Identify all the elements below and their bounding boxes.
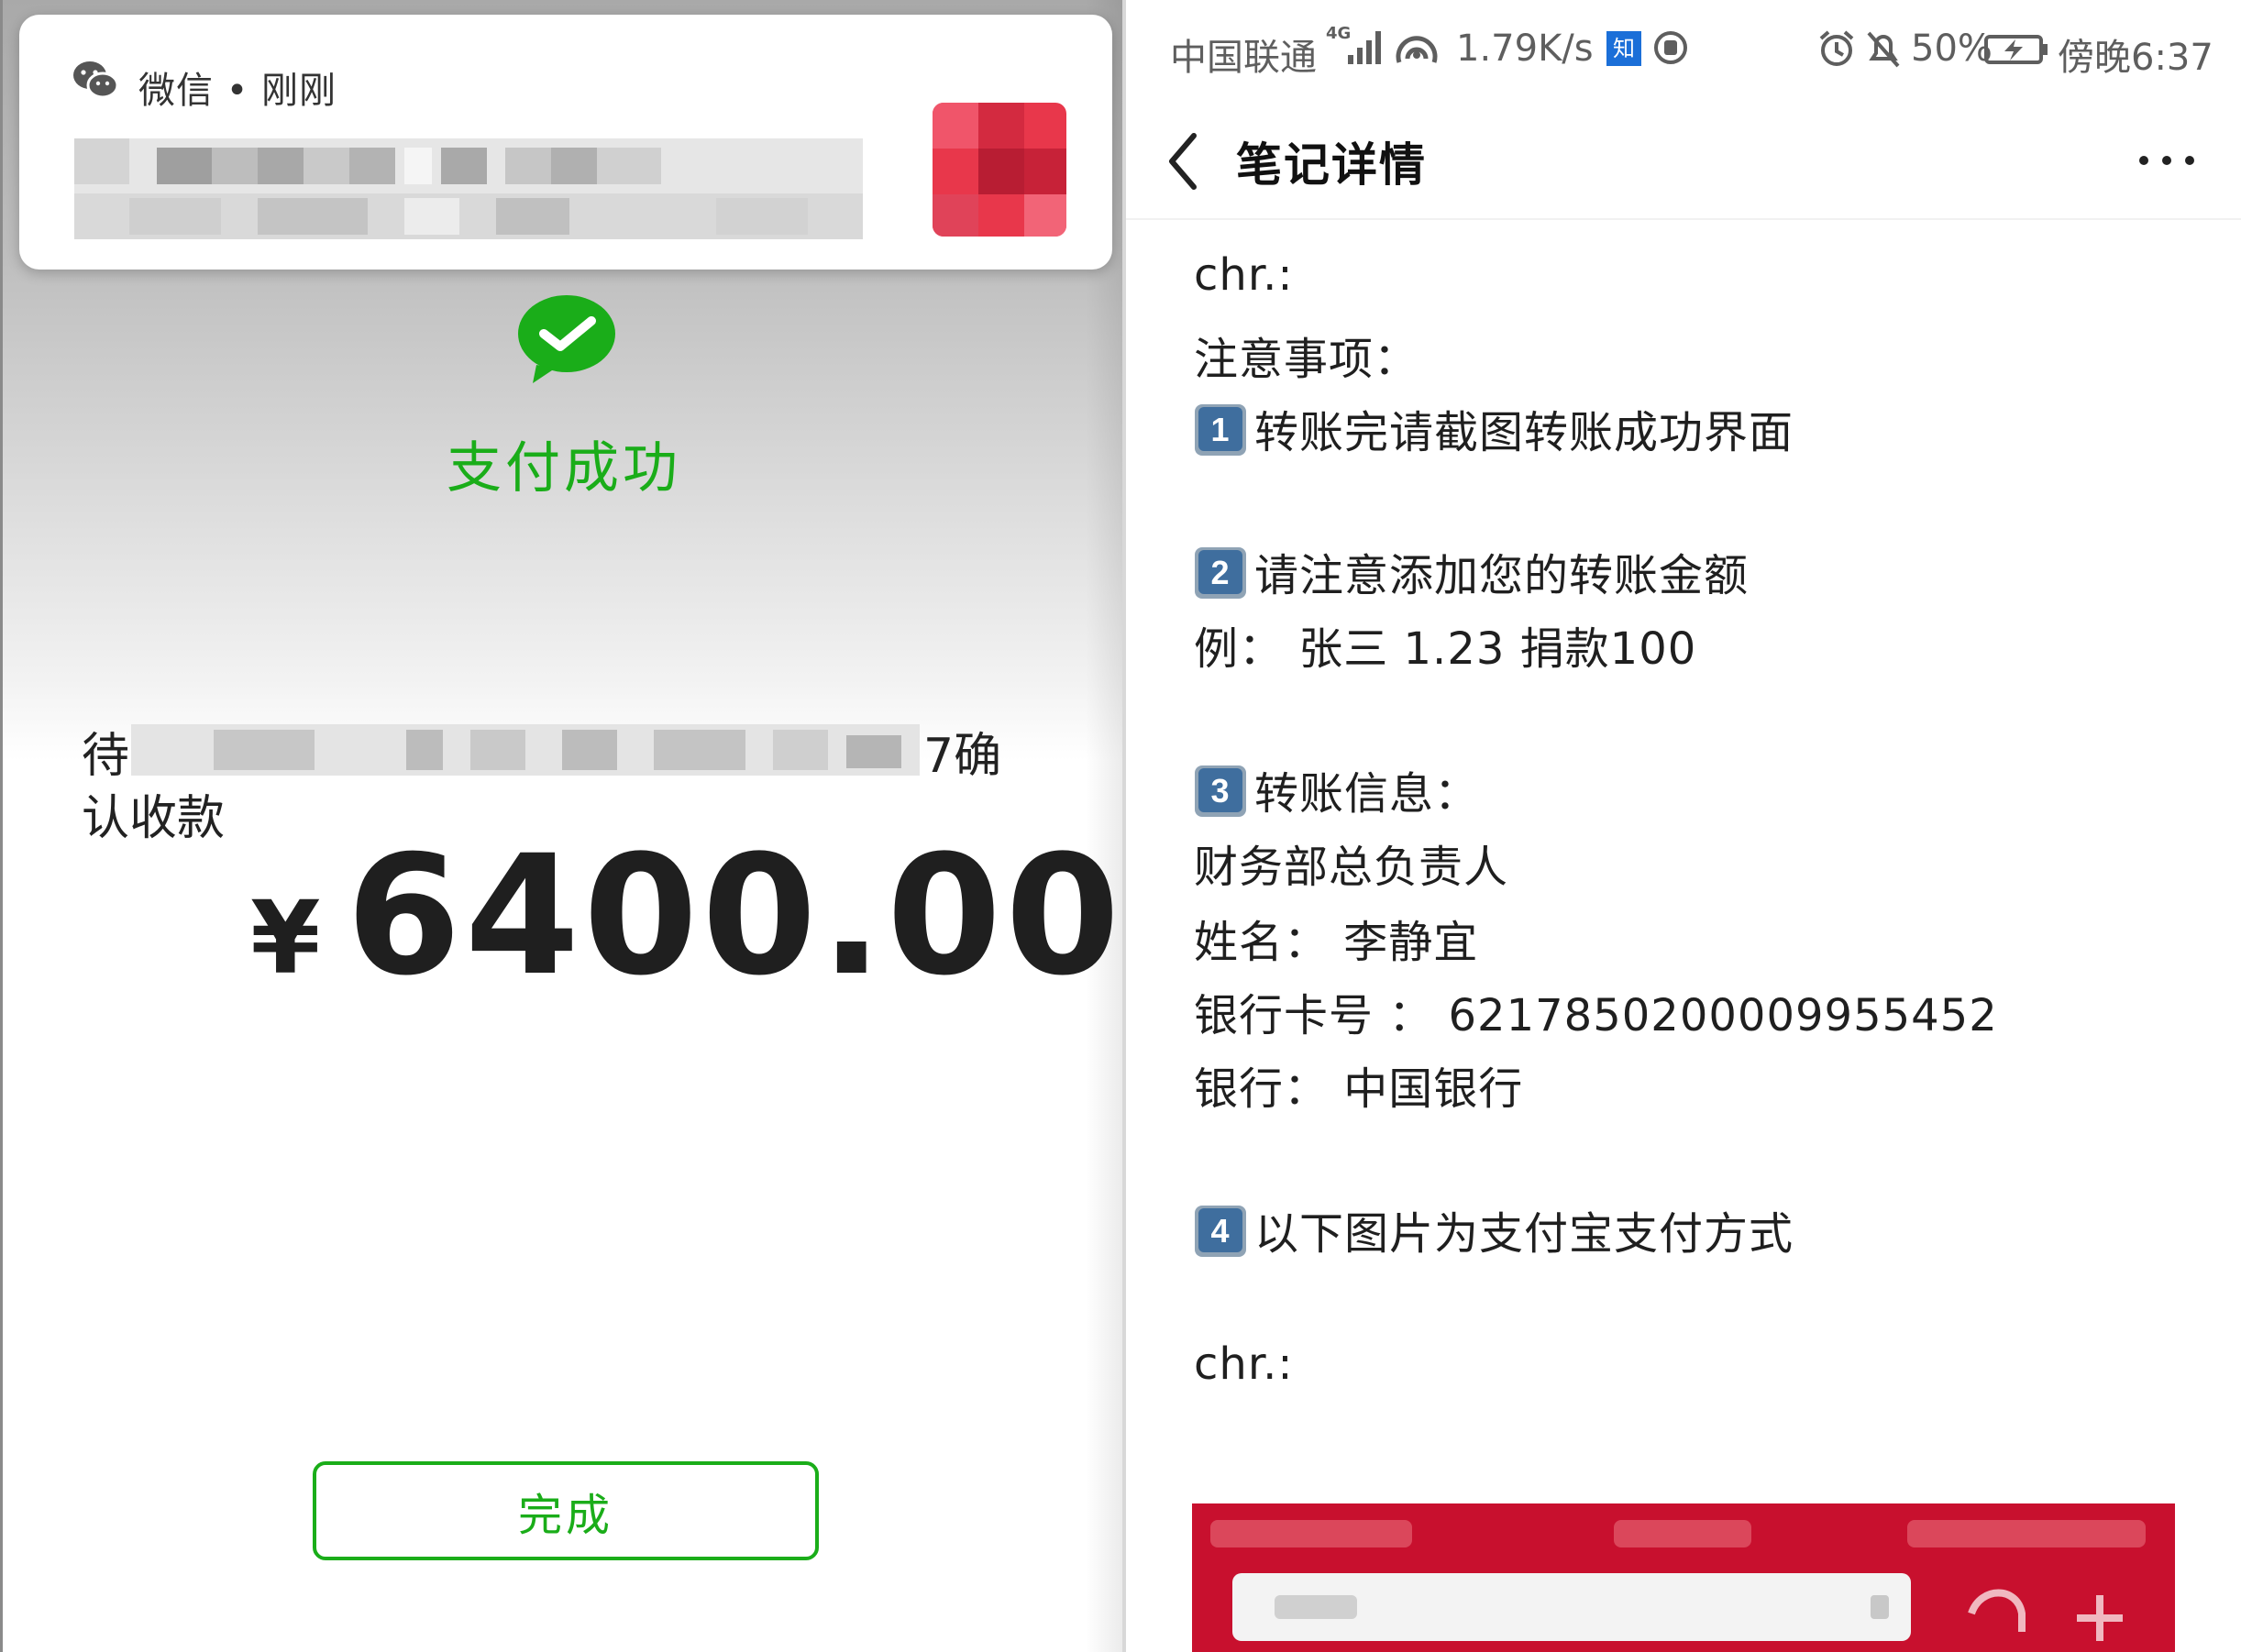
blurred-alipay-screenshot[interactable] — [1192, 1503, 2175, 1652]
svg-text:1: 1 — [1210, 411, 1230, 448]
note-line: 以下图片为支付宝支付方式 — [1254, 1208, 1794, 1260]
signal-icon — [1348, 31, 1381, 64]
note-line: 注意事项： — [1194, 334, 1419, 385]
note-line: 银行卡号 ： 6217850200009955452 — [1194, 990, 1998, 1041]
wechat-notification-banner[interactable]: 微信 • 刚刚 — [19, 15, 1112, 270]
wechat-success-icon — [518, 295, 615, 383]
note-line: 例： 张三 1.23 捐款100 — [1194, 623, 1697, 675]
top-navigation-bar: 笔记详情 — [1126, 101, 2241, 220]
back-arrow-icon[interactable] — [1161, 125, 1207, 198]
note-list-item: 1 转账完请截图转账成功界面 — [1194, 396, 1794, 460]
note-line: 请注意添加您的转账金额 — [1254, 550, 1750, 601]
wechat-icon — [73, 61, 119, 99]
amount-value: 6400.00 — [346, 820, 1124, 1012]
note-line: 银行： 中国银行 — [1194, 1063, 1524, 1115]
app-notification-icon — [1654, 31, 1687, 64]
currency-symbol: ¥ — [250, 879, 321, 997]
page-title: 笔记详情 — [1236, 138, 1427, 192]
note-line: chr.: — [1194, 249, 1294, 301]
note-line: 财务部总负责人 — [1194, 842, 1509, 893]
blurred-message-preview — [74, 138, 863, 239]
payment-success-screen: 微信 • 刚刚 支付成功 待 7确 认收款 ¥ 6400.00 完成 — [0, 0, 1122, 1652]
confirm-text-suffix: 7确 — [923, 729, 1002, 784]
status-bar: 中国联通 4G 1.79K/s 知 50% 傍晚6:37 — [1126, 0, 2241, 101]
svg-text:4: 4 — [1210, 1212, 1230, 1250]
note-list-item: 3 转账信息： — [1194, 757, 1479, 821]
keycap-1-icon: 1 — [1195, 404, 1246, 456]
confirm-text-line2: 认收款 — [82, 791, 226, 846]
keycap-3-icon: 3 — [1195, 765, 1246, 817]
confirm-text-prefix: 待 — [82, 729, 130, 784]
carrier-label: 中国联通 — [1170, 37, 1317, 79]
note-line: 转账信息： — [1254, 768, 1480, 820]
payment-success-title: 支付成功 — [447, 436, 681, 501]
note-line: chr.: — [1194, 1338, 1294, 1390]
svg-text:2: 2 — [1210, 554, 1230, 591]
keycap-4-icon: 4 — [1195, 1206, 1246, 1257]
blurred-thumbnail — [933, 103, 1066, 237]
note-list-item: 2 请注意添加您的转账金额 — [1194, 539, 1749, 603]
note-detail-screen: 中国联通 4G 1.79K/s 知 50% 傍晚6:37 笔记详情 chr.: … — [1126, 0, 2241, 1652]
battery-percent: 50% — [1911, 28, 1993, 70]
payment-amount: ¥ 6400.00 — [250, 834, 1123, 999]
note-list-item: 4 以下图片为支付宝支付方式 — [1194, 1197, 1794, 1261]
hotspot-icon — [1396, 36, 1438, 63]
clock-time: 傍晚6:37 — [2058, 37, 2213, 79]
notification-app-label: 微信 • 刚刚 — [138, 70, 337, 112]
svg-text:3: 3 — [1210, 772, 1230, 809]
more-options-icon[interactable] — [2135, 147, 2199, 174]
battery-charging-icon — [1984, 35, 2048, 64]
keycap-2-icon: 2 — [1195, 547, 1246, 599]
zhihu-app-icon: 知 — [1606, 31, 1641, 66]
note-line: 转账完请截图转账成功界面 — [1254, 407, 1794, 458]
network-speed: 1.79K/s — [1456, 28, 1594, 70]
done-button[interactable]: 完成 — [313, 1461, 819, 1560]
mute-bell-icon — [1867, 31, 1900, 68]
alarm-icon — [1819, 30, 1854, 66]
note-line: 姓名： 李静宜 — [1194, 917, 1479, 968]
blurred-payee-name — [131, 724, 920, 776]
